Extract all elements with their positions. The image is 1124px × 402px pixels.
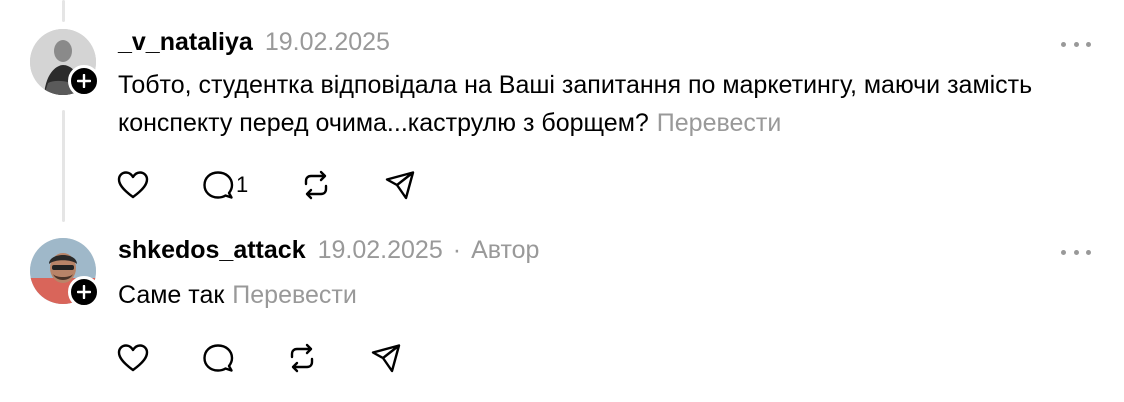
reply-post: _v_nataliya 19.02.2025 Тобто, студентка … (0, 0, 1124, 222)
username[interactable]: _v_nataliya (118, 28, 253, 57)
reply-count: 1 (236, 172, 249, 197)
heart-icon (117, 171, 149, 199)
comment-button[interactable] (202, 340, 234, 376)
post-text: Тобто, студентка відповідала на Ваші зап… (118, 66, 1078, 142)
heart-icon (117, 344, 149, 372)
post-text-content: Тобто, студентка відповідала на Ваші зап… (118, 71, 1033, 137)
follow-button[interactable] (68, 276, 100, 308)
post-text: Саме так Перевести (118, 276, 1078, 314)
author-label: Автор (471, 236, 540, 264)
repost-button[interactable] (300, 167, 332, 203)
post-text-content: Саме так (118, 281, 225, 309)
author-reply-post: shkedos_attack 19.02.2025 · Автор Саме т… (0, 222, 1124, 402)
separator-dot: · (452, 236, 462, 264)
comment-icon (203, 171, 234, 199)
action-bar (116, 340, 454, 376)
repost-icon (290, 343, 314, 373)
more-icon[interactable] (1061, 34, 1091, 54)
repost-icon (305, 170, 328, 200)
plus-icon (77, 285, 91, 299)
share-icon (386, 171, 415, 200)
repost-button[interactable] (286, 340, 318, 376)
follow-button[interactable] (68, 65, 100, 97)
like-button[interactable] (116, 167, 150, 203)
comment-icon (203, 344, 234, 372)
action-bar: 1 (116, 167, 468, 203)
translate-link[interactable]: Перевести (232, 281, 357, 309)
share-button[interactable] (384, 167, 416, 203)
more-icon[interactable] (1061, 242, 1091, 262)
username[interactable]: shkedos_attack (118, 236, 306, 265)
post-date: 19.02.2025 (317, 236, 443, 264)
comment-button[interactable]: 1 (202, 167, 248, 203)
like-button[interactable] (116, 340, 150, 376)
share-icon (371, 344, 401, 373)
translate-link[interactable]: Перевести (657, 109, 782, 137)
share-button[interactable] (370, 340, 402, 376)
post-date: 19.02.2025 (264, 28, 390, 56)
plus-icon (77, 74, 91, 88)
